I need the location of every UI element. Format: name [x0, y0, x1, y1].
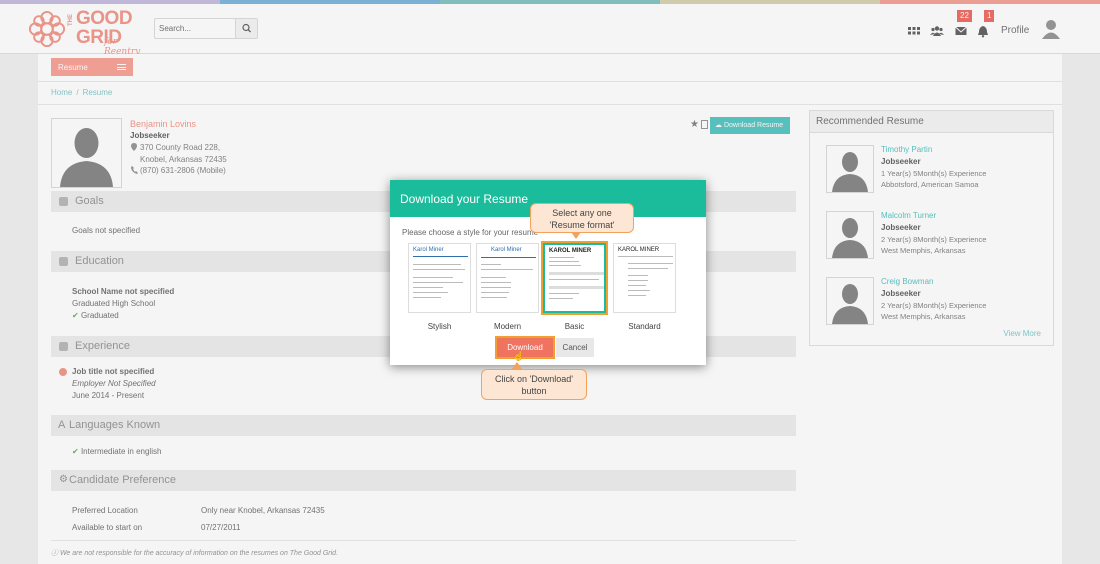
style-option-stylish[interactable]: Karol Miner — [408, 243, 471, 313]
thumb-line — [413, 292, 448, 293]
modal-prompt: Please choose a style for your resume — [402, 228, 539, 237]
thumb-line — [413, 269, 465, 270]
cancel-button[interactable]: Cancel — [556, 338, 594, 357]
style-option-modern[interactable]: Karol Miner — [476, 243, 539, 313]
style-label-stylish[interactable]: Stylish — [408, 322, 471, 331]
thumb-line — [628, 285, 646, 286]
thumb-line — [481, 269, 533, 270]
download-button[interactable]: Download — [495, 336, 555, 359]
thumb-line — [481, 287, 511, 288]
callout-line: Select any one — [552, 208, 612, 218]
thumb-name: Karol Miner — [491, 247, 522, 253]
thumb-line — [413, 264, 461, 265]
callout-click-download: Click on 'Download' button — [481, 362, 587, 400]
thumb-line — [628, 290, 650, 291]
thumb-line — [549, 257, 574, 258]
callout-tail — [571, 232, 581, 239]
thumb-line — [481, 297, 507, 298]
thumb-line — [549, 265, 581, 266]
thumb-line — [628, 280, 648, 281]
thumb-line — [549, 279, 599, 280]
callout-line: Click on 'Download' — [495, 374, 573, 384]
thumb-line — [413, 287, 443, 288]
thumb-line — [628, 263, 673, 264]
callout-tail — [512, 362, 522, 369]
thumb-line — [549, 298, 573, 299]
thumb-name: KAROL MINER — [549, 248, 592, 254]
thumb-line — [413, 282, 463, 283]
style-option-basic[interactable]: KAROL MINER — [541, 241, 608, 315]
thumb-line — [628, 275, 648, 276]
thumb-line — [628, 295, 646, 296]
style-label-modern[interactable]: Modern — [476, 322, 539, 331]
thumb-line — [549, 286, 604, 289]
thumb-line — [481, 264, 501, 265]
callout-line: 'Resume format' — [549, 220, 615, 230]
thumb-line — [481, 292, 509, 293]
thumb-line — [413, 277, 453, 278]
thumb-line — [481, 277, 506, 278]
thumb-line — [481, 282, 511, 283]
thumb-line — [413, 297, 441, 298]
thumb-name: Karol Miner — [413, 247, 444, 253]
thumb-line — [413, 256, 468, 257]
callout-line: button — [521, 386, 547, 396]
style-option-standard[interactable]: KAROL MINER — [613, 243, 676, 313]
thumb-line — [481, 257, 536, 258]
callout-select-format: Select any one 'Resume format' — [530, 203, 634, 239]
style-label-standard[interactable]: Standard — [613, 322, 676, 331]
thumb-line — [549, 261, 579, 262]
thumb-line — [628, 268, 668, 269]
style-label-basic[interactable]: Basic — [543, 322, 606, 331]
thumb-line — [549, 293, 579, 294]
cursor-icon: ☝ — [513, 351, 525, 361]
thumb-line — [618, 256, 673, 257]
thumb-line — [549, 272, 604, 275]
thumb-name: KAROL MINER — [618, 247, 660, 253]
